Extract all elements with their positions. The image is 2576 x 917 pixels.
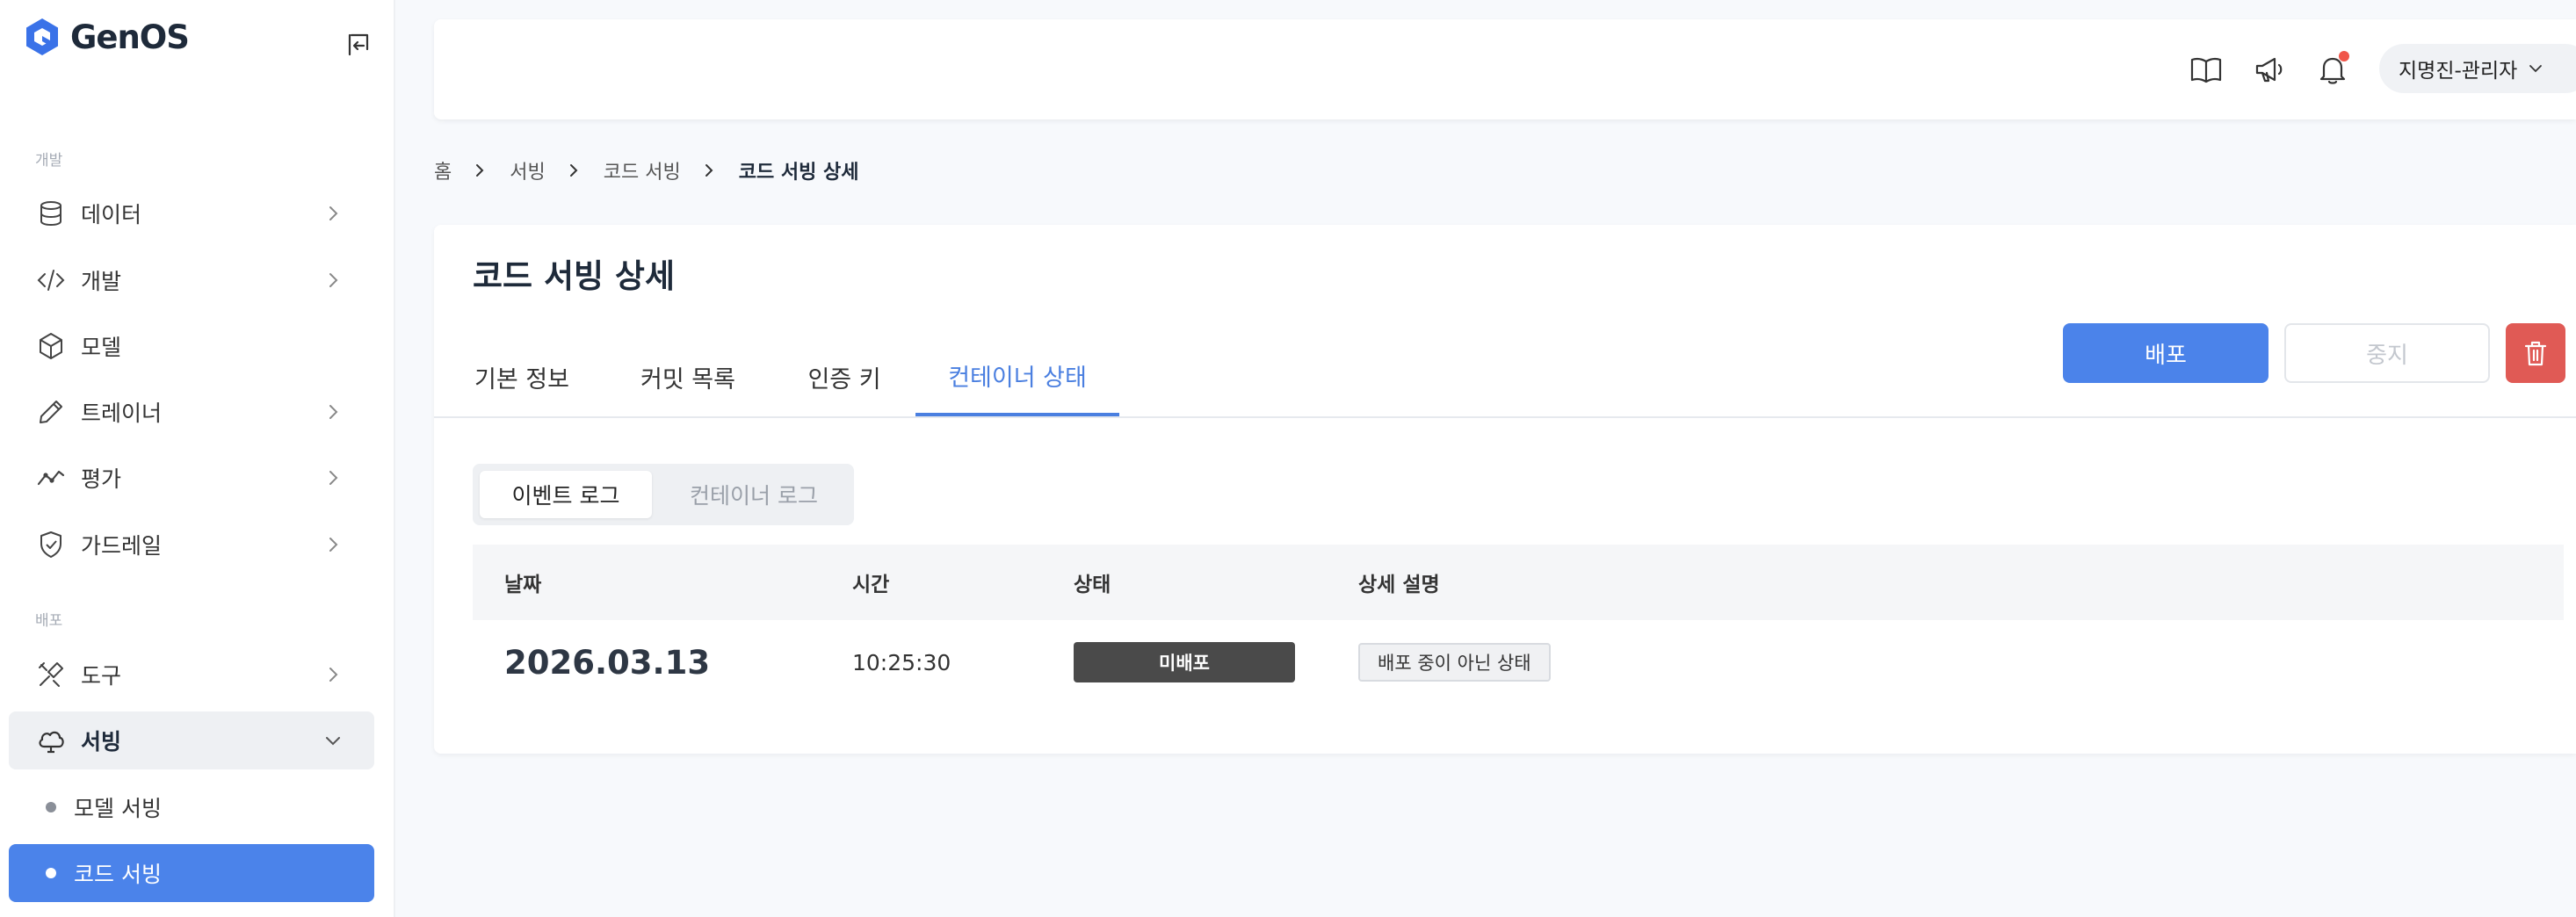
chevron-right-icon [471,161,490,180]
tab-commit-list[interactable]: 커밋 목록 [640,337,736,416]
detail-card: 코드 서빙 상세 기본 정보 커밋 목록 인증 키 컨테이너 상태 배포 중지 … [434,225,2576,754]
sidebar-item-label: 데이터 [81,202,142,227]
sidebar: GenOS 개발 데이터 개발 모델 트레이너 평가 가드레일 배포 도구 서빙… [0,0,395,917]
tab-auth-key[interactable]: 인증 키 [805,337,884,416]
breadcrumb: 홈 서빙 코드 서빙 코드 서빙 상세 [434,155,858,186]
chevron-right-icon [565,161,584,180]
table-row: 2026.03.13 10:25:30 미배포 배포 중이 아닌 상태 [473,620,2564,704]
chevron-right-icon [323,535,343,554]
sidebar-subitem-label: 코드 서빙 [74,862,162,887]
column-header-time: 시간 [852,574,890,596]
breadcrumb-home[interactable]: 홈 [434,156,452,184]
chevron-down-icon [2529,65,2543,73]
sidebar-item-trainer[interactable]: 트레이너 [9,383,374,441]
sidebar-collapse-button[interactable] [341,26,376,61]
row-date: 2026.03.13 [504,643,711,682]
database-icon [35,198,67,229]
sidebar-subitem-label: 모델 서빙 [74,796,162,821]
sidebar-item-development[interactable]: 개발 [9,251,374,309]
announcement-button[interactable] [2249,49,2290,90]
notification-dot [2339,51,2349,61]
app-name: GenOS [70,18,190,56]
section-label-deploy: 배포 [35,612,63,630]
column-header-status: 상태 [1074,574,1111,596]
sidebar-item-guardrail[interactable]: 가드레일 [9,516,374,574]
chevron-down-icon [323,731,343,750]
bullet-icon [46,802,56,812]
row-status-cell: 미배포 [1074,620,1295,704]
sidebar-item-data[interactable]: 데이터 [9,184,374,242]
sidebar-item-label: 가드레일 [81,533,163,559]
code-icon [35,264,67,296]
delete-button[interactable] [2506,323,2565,383]
column-header-description: 상세 설명 [1358,574,1440,596]
log-type-toggle: 이벤트 로그 컨테이너 로그 [473,464,854,525]
deploy-button[interactable]: 배포 [2063,323,2268,383]
sidebar-item-label: 서빙 [81,729,122,755]
sidebar-item-label: 모델 [81,335,122,360]
sidebar-item-label: 트레이너 [81,401,163,426]
breadcrumb-current: 코드 서빙 상세 [738,162,859,184]
user-menu-button[interactable]: 지명진-관리자 [2379,44,2576,93]
sidebar-item-tools[interactable]: 도구 [9,646,374,704]
chevron-right-icon [323,271,343,290]
docs-button[interactable] [2186,49,2226,90]
top-header: 지명진-관리자 [434,19,2576,119]
breadcrumb-code-serving[interactable]: 코드 서빙 [604,156,681,184]
chevron-right-icon [323,204,343,223]
cube-icon [35,330,67,362]
event-log-table: 날짜 시간 상태 상세 설명 2026.03.13 10:25:30 미배포 배… [473,545,2564,704]
description-badge: 배포 중이 아닌 상태 [1358,643,1551,682]
chevron-right-icon [323,402,343,422]
section-label-dev: 개발 [35,152,63,170]
container-log-tab[interactable]: 컨테이너 로그 [661,471,847,518]
status-badge: 미배포 [1074,642,1295,682]
pencil-icon [35,396,67,428]
sidebar-subitem-code-serving[interactable]: 코드 서빙 [9,844,374,902]
chevron-right-icon [700,161,720,180]
row-description-cell: 배포 중이 아닌 상태 [1358,620,1551,704]
trash-icon [2524,341,2547,366]
sidebar-item-label: 도구 [81,663,122,689]
sidebar-item-label: 개발 [81,269,122,294]
sidebar-item-serving[interactable]: 서빙 [9,711,374,769]
book-icon [2190,57,2222,83]
breadcrumb-serving[interactable]: 서빙 [510,156,545,184]
shield-icon [35,529,67,560]
sidebar-item-model[interactable]: 모델 [9,317,374,375]
bullet-icon [46,868,56,878]
chart-line-icon [35,462,67,494]
megaphone-icon [2255,57,2283,83]
column-header-date: 날짜 [504,574,542,596]
chevron-right-icon [323,468,343,487]
logo[interactable]: GenOS [23,16,190,58]
tab-basic-info[interactable]: 기본 정보 [473,337,571,416]
page-title: 코드 서빙 상세 [473,257,676,295]
chevron-right-icon [323,665,343,684]
sidebar-item-evaluation[interactable]: 평가 [9,449,374,507]
sidebar-item-label: 평가 [81,466,122,492]
genos-logo-icon [26,18,58,55]
sidebar-subitem-model-serving[interactable]: 모델 서빙 [9,778,374,836]
table-header: 날짜 시간 상태 상세 설명 [473,545,2564,620]
cloud-icon [35,725,67,756]
sidebar-collapse-icon [348,33,369,56]
event-log-tab[interactable]: 이벤트 로그 [480,471,652,518]
stop-button[interactable]: 중지 [2284,323,2490,383]
row-time: 10:25:30 [852,649,952,675]
notification-button[interactable] [2312,49,2353,90]
tab-container-status[interactable]: 컨테이너 상태 [915,337,1119,416]
user-name: 지명진-관리자 [2399,60,2518,83]
tools-icon [35,659,67,690]
